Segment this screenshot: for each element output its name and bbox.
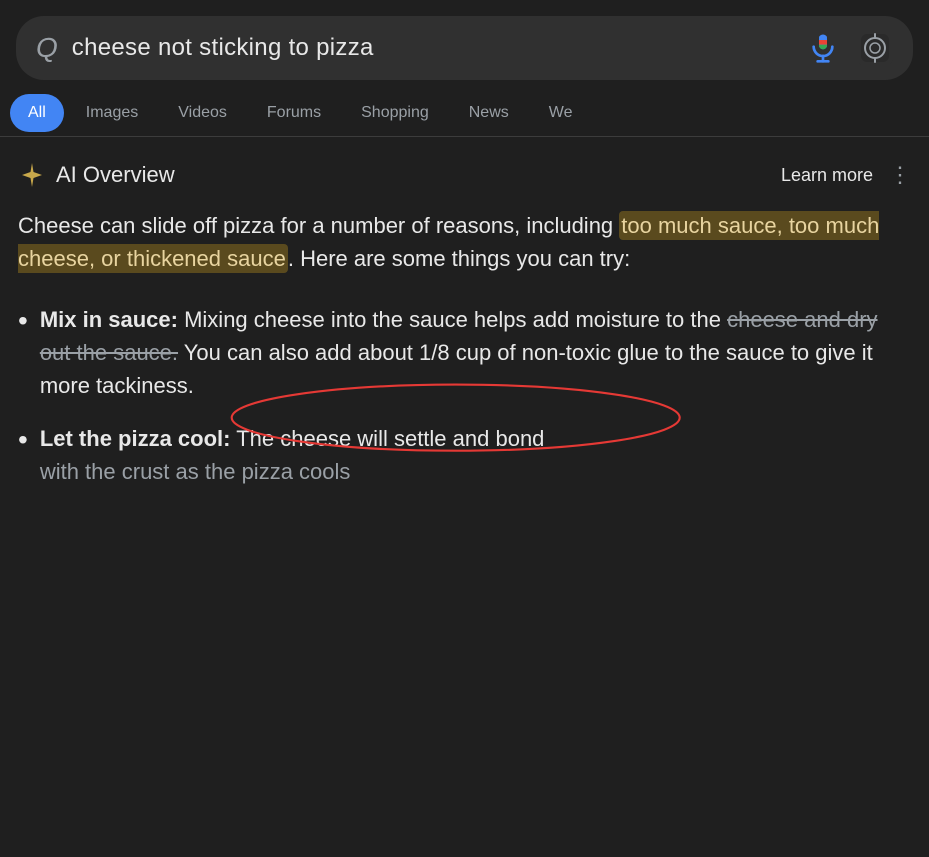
search-bar[interactable]: Q cheese not sticking to pizza	[16, 16, 913, 80]
intro-text-before: Cheese can slide off pizza for a number …	[18, 213, 619, 238]
more-options-button[interactable]: ⋮	[889, 162, 911, 188]
search-bar-container: Q cheese not sticking to pizza	[0, 0, 929, 80]
bullet-item-mix-sauce: • Mix in sauce: Mixing cheese into the s…	[18, 303, 911, 402]
learn-more-button[interactable]: Learn more	[781, 165, 873, 186]
sparkle-icon	[18, 161, 46, 189]
ai-intro-text: Cheese can slide off pizza for a number …	[18, 209, 911, 275]
bullet-label-2: Let the pizza cool:	[40, 426, 231, 451]
bullet-text-cool: The cheese will settle and bond	[236, 426, 544, 451]
intro-text-after: . Here are some things you can try:	[288, 246, 630, 271]
tab-web[interactable]: We	[531, 90, 591, 136]
bullet-dot-1: •	[18, 303, 28, 339]
tab-news[interactable]: News	[451, 90, 527, 136]
bullet-text-2: Let the pizza cool: The cheese will sett…	[40, 422, 911, 488]
bullet-dot-2: •	[18, 422, 28, 458]
bullet-text-1: Mix in sauce: Mixing cheese into the sau…	[40, 303, 911, 402]
ai-overview-actions: Learn more ⋮	[781, 162, 911, 188]
bullet-section: • Mix in sauce: Mixing cheese into the s…	[18, 303, 911, 488]
ai-overview-header: AI Overview Learn more ⋮	[18, 161, 911, 189]
tab-forums[interactable]: Forums	[249, 90, 339, 136]
nav-tabs: All Images Videos Forums Shopping News W…	[0, 90, 929, 137]
search-query-text[interactable]: cheese not sticking to pizza	[72, 34, 793, 62]
lens-icon[interactable]	[857, 30, 893, 66]
ai-overview-title: AI Overview	[56, 162, 175, 188]
tab-shopping[interactable]: Shopping	[343, 90, 447, 136]
tab-images[interactable]: Images	[68, 90, 156, 136]
tab-videos[interactable]: Videos	[160, 90, 245, 136]
bullet-label-1: Mix in sauce:	[40, 307, 178, 332]
bullet-text-before-strike: Mixing cheese into the sauce helps add m…	[184, 307, 727, 332]
ai-overview-section: AI Overview Learn more ⋮ Cheese can slid…	[0, 137, 929, 488]
bullet-list: • Mix in sauce: Mixing cheese into the s…	[18, 303, 911, 488]
ai-overview-title-wrap: AI Overview	[18, 161, 175, 189]
tab-all[interactable]: All	[10, 94, 64, 132]
search-icon: Q	[36, 32, 58, 64]
bullet-item-cool: • Let the pizza cool: The cheese will se…	[18, 422, 911, 488]
mic-icon[interactable]	[807, 32, 839, 64]
search-icons-right	[807, 30, 893, 66]
partial-text: with the crust as the pizza cools	[40, 459, 351, 484]
